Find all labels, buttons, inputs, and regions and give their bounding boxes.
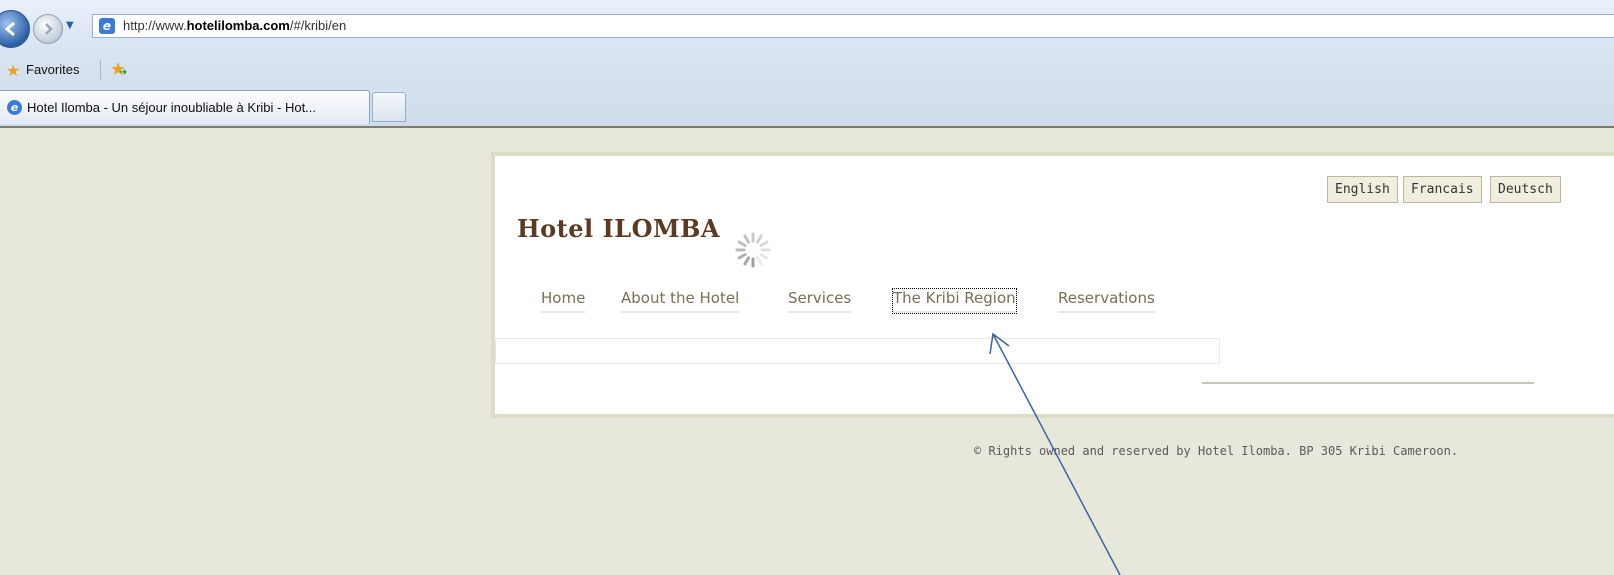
nav-the-kribi-region[interactable]: The Kribi Region	[892, 288, 1017, 314]
new-tab-button[interactable]	[372, 92, 406, 122]
lang-francais-button[interactable]: Francais	[1403, 176, 1482, 203]
forward-button[interactable]	[33, 14, 63, 44]
site-footer: © Rights owned and reserved by Hotel Ilo…	[974, 444, 1459, 458]
browser-chrome: ▼ e http://www.hotelilomba.com/#/kribi/e…	[0, 0, 1614, 128]
nav-reservations[interactable]: Reservations	[1058, 289, 1155, 313]
favorites-bar: ★ Favorites ★ ➜	[0, 54, 1614, 86]
content-strip	[495, 338, 1220, 364]
ie-tab-icon: e	[7, 100, 22, 115]
history-dropdown-icon[interactable]: ▼	[66, 20, 74, 31]
favorites-separator	[100, 60, 101, 80]
nav-about-the-hotel[interactable]: About the Hotel	[621, 289, 740, 313]
tab-hotel-ilomba[interactable]: e Hotel Ilomba - Un séjour inoubliable à…	[0, 90, 370, 124]
url-suffix: /#/kribi/en	[289, 18, 347, 33]
tab-title: Hotel Ilomba - Un séjour inoubliable à K…	[27, 100, 317, 115]
url-domain: hotelilomba.com	[186, 18, 290, 33]
url-prefix: http://www.	[123, 18, 187, 33]
site-logo[interactable]: Hotel ILOMBA	[517, 214, 720, 243]
chrome-divider	[0, 126, 1614, 128]
nav-services[interactable]: Services	[788, 289, 852, 313]
favorites-button[interactable]: Favorites	[26, 62, 79, 77]
lang-english-button[interactable]: English	[1327, 176, 1398, 203]
ie-page-icon: e	[99, 18, 115, 34]
favorites-star-icon[interactable]: ★	[6, 61, 20, 80]
back-button[interactable]	[0, 10, 30, 48]
address-row: ▼ e http://www.hotelilomba.com/#/kribi/e…	[0, 0, 1614, 52]
url-text[interactable]: http://www.hotelilomba.com/#/kribi/en	[123, 18, 346, 33]
add-to-favorites-icon[interactable]: ★ ➜	[110, 59, 127, 80]
nav-home[interactable]: Home	[541, 289, 586, 313]
tab-row: e Hotel Ilomba - Un séjour inoubliable à…	[0, 88, 1614, 128]
horizontal-rule	[1202, 382, 1534, 384]
site-container: Hotel ILOMBA English Francais Deutsch Ho…	[491, 152, 1614, 418]
forward-arrow-icon	[45, 23, 53, 35]
address-bar[interactable]: e http://www.hotelilomba.com/#/kribi/en	[92, 14, 1614, 38]
lang-deutsch-button[interactable]: Deutsch	[1490, 176, 1561, 203]
back-arrow-icon	[4, 21, 15, 37]
loading-spinner-icon	[735, 232, 771, 268]
